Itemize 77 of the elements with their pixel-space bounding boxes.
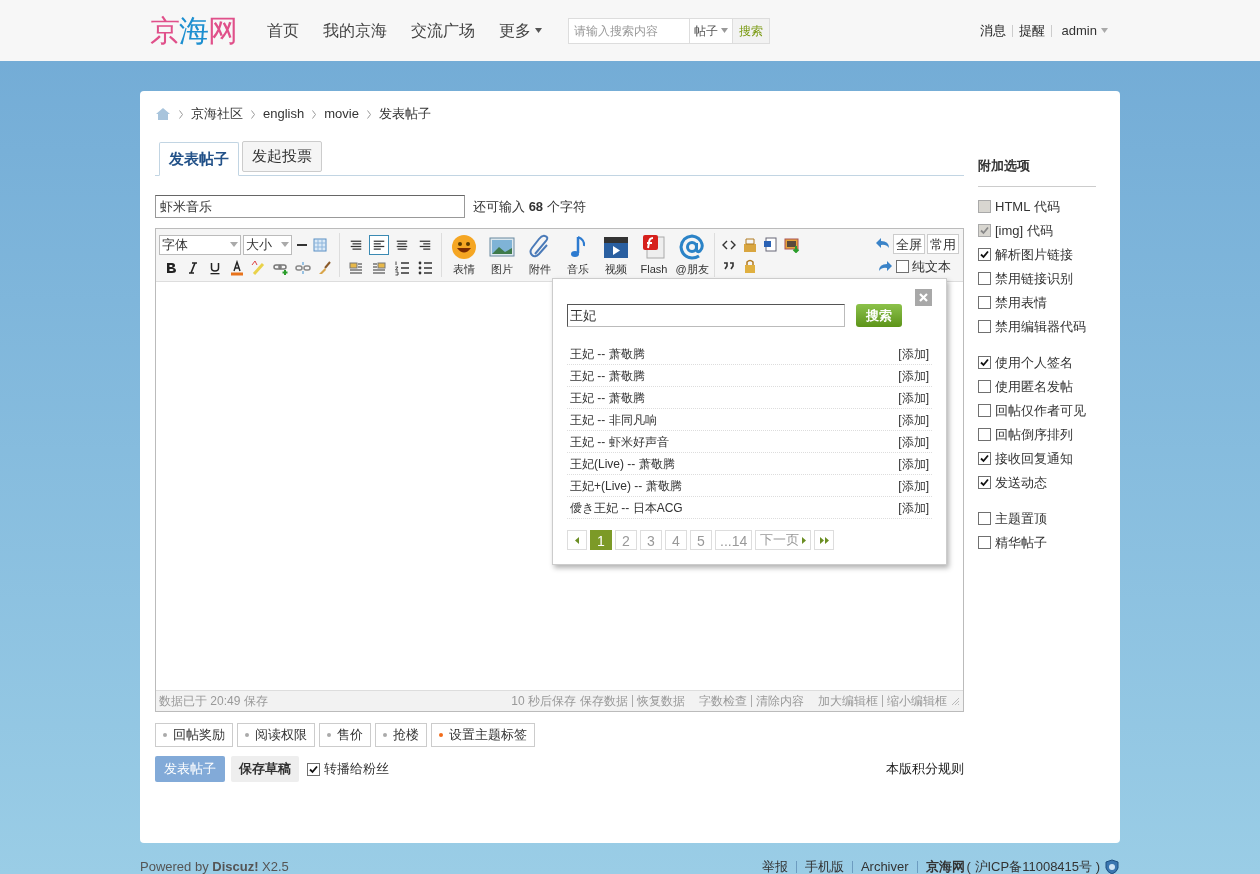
media-button[interactable]: 视频 [598, 232, 634, 278]
add-song-link[interactable]: [添加] [898, 432, 932, 451]
nav-link[interactable]: 更多 [499, 18, 542, 43]
media-button[interactable]: 附件 [522, 232, 558, 278]
media-button[interactable]: Flash [636, 232, 672, 278]
nav-link[interactable]: 交流广场 [411, 18, 475, 43]
option-label: 使用个人签名 [995, 353, 1073, 372]
media-button[interactable]: 图片 [484, 232, 520, 278]
option-label: HTML 代码 [995, 197, 1060, 216]
extra-option-button[interactable]: 设置主题标签 [431, 723, 535, 747]
nav-link[interactable]: 我的京海 [323, 18, 387, 43]
song-result[interactable]: 王妃(Live) -- 萧敬腾 [567, 454, 678, 473]
media-button[interactable]: @朋友 [674, 232, 710, 278]
breadcrumb-link[interactable]: 发表帖子 [378, 104, 431, 124]
media-button[interactable]: 音乐 [560, 232, 596, 278]
option-label: 使用匿名发帖 [995, 377, 1073, 396]
option-label: [img] 代码 [995, 221, 1053, 240]
song-result[interactable]: 王妃 -- 萧敬腾 [567, 366, 648, 385]
character-counter: 还可输入 68 个字符 [473, 197, 586, 216]
fullscreen-button[interactable]: 全屏 [893, 233, 925, 254]
title-field[interactable]: 虾米音乐 [155, 195, 465, 218]
add-song-link[interactable]: [添加] [898, 498, 932, 517]
extra-option-button[interactable]: 售价 [319, 723, 371, 747]
sidebar-title: 附加选项 [978, 156, 1096, 187]
add-song-link[interactable]: [添加] [898, 388, 932, 407]
song-result[interactable]: 僾き王妃 -- 日本ACG [567, 498, 686, 517]
add-song-link[interactable]: [添加] [898, 476, 932, 495]
music-search-field[interactable]: 王妃 [567, 304, 845, 327]
footer-link[interactable]: Archiver [860, 857, 909, 874]
song-result[interactable]: 王妃 -- 萧敬腾 [567, 388, 648, 407]
powered-by-text: Powered by Discuz! X2.5 [140, 858, 289, 874]
song-result[interactable]: 王妃 -- 虾米好声音 [567, 432, 672, 451]
option-label: 回帖倒序排列 [995, 425, 1073, 444]
repost-label: 转播给粉丝 [324, 760, 389, 779]
save-draft-button[interactable]: 保存草稿 [231, 756, 299, 782]
media-button[interactable]: 表情 [446, 232, 482, 278]
font-select[interactable]: 字体 [159, 234, 241, 255]
header-link[interactable]: 消息 [979, 20, 1006, 41]
song-result[interactable]: 王妃 -- 萧敬腾 [567, 344, 648, 363]
autosave-timer: 10 秒后保存 [511, 693, 576, 710]
icp-link[interactable]: ( 沪ICP备11008415号 ) [966, 857, 1100, 874]
tab[interactable]: 发表帖子 [159, 142, 239, 176]
option-label: 禁用编辑器代码 [995, 317, 1086, 336]
breadcrumb-link[interactable]: movie [324, 104, 359, 124]
option-label: 禁用表情 [995, 293, 1047, 312]
user-menu[interactable]: admin [1061, 20, 1108, 41]
option-label: 接收回复通知 [995, 449, 1073, 468]
song-result[interactable]: 王妃+(Live) -- 萧敬腾 [567, 476, 685, 495]
breadcrumb-link[interactable]: 京海社区 [191, 104, 243, 124]
common-button[interactable]: 常用 [927, 233, 959, 254]
option-label: 发送动态 [995, 473, 1047, 492]
rules-link[interactable]: 本版积分规则 [886, 759, 964, 779]
extra-option-button[interactable]: 抢楼 [375, 723, 427, 747]
breadcrumb-link[interactable]: english [263, 104, 305, 124]
option-label: 精华帖子 [995, 533, 1047, 552]
search-field[interactable]: 请输入搜索内容 [568, 17, 690, 44]
add-song-link[interactable]: [添加] [898, 410, 932, 429]
add-song-link[interactable]: [添加] [898, 454, 932, 473]
header-link[interactable]: 提醒 [1018, 20, 1045, 41]
song-result[interactable]: 王妃 -- 非同凡响 [567, 410, 660, 429]
option-label: 回帖仅作者可见 [995, 401, 1086, 420]
option-label: 解析图片链接 [995, 245, 1073, 264]
add-song-link[interactable]: [添加] [898, 344, 932, 363]
option-label: 禁用链接识别 [995, 269, 1073, 288]
search-type-dropdown[interactable]: 帖子 [690, 17, 733, 44]
add-song-link[interactable]: [添加] [898, 366, 932, 385]
plain-text-label: 纯文本 [912, 257, 951, 276]
option-label: 主题置顶 [995, 509, 1047, 528]
footer-site-link[interactable]: 京海网 [925, 857, 965, 874]
extra-option-button[interactable]: 回帖奖励 [155, 723, 233, 747]
tab[interactable]: 发起投票 [242, 141, 322, 172]
save-status: 数据已于 20:49 保存 [159, 693, 268, 710]
extra-option-button[interactable]: 阅读权限 [237, 723, 315, 747]
footer-link[interactable]: 手机版 [804, 857, 844, 874]
size-select[interactable]: 大小 [243, 234, 292, 255]
footer-link[interactable]: 举报 [761, 857, 788, 874]
nav-link[interactable]: 首页 [267, 18, 299, 43]
